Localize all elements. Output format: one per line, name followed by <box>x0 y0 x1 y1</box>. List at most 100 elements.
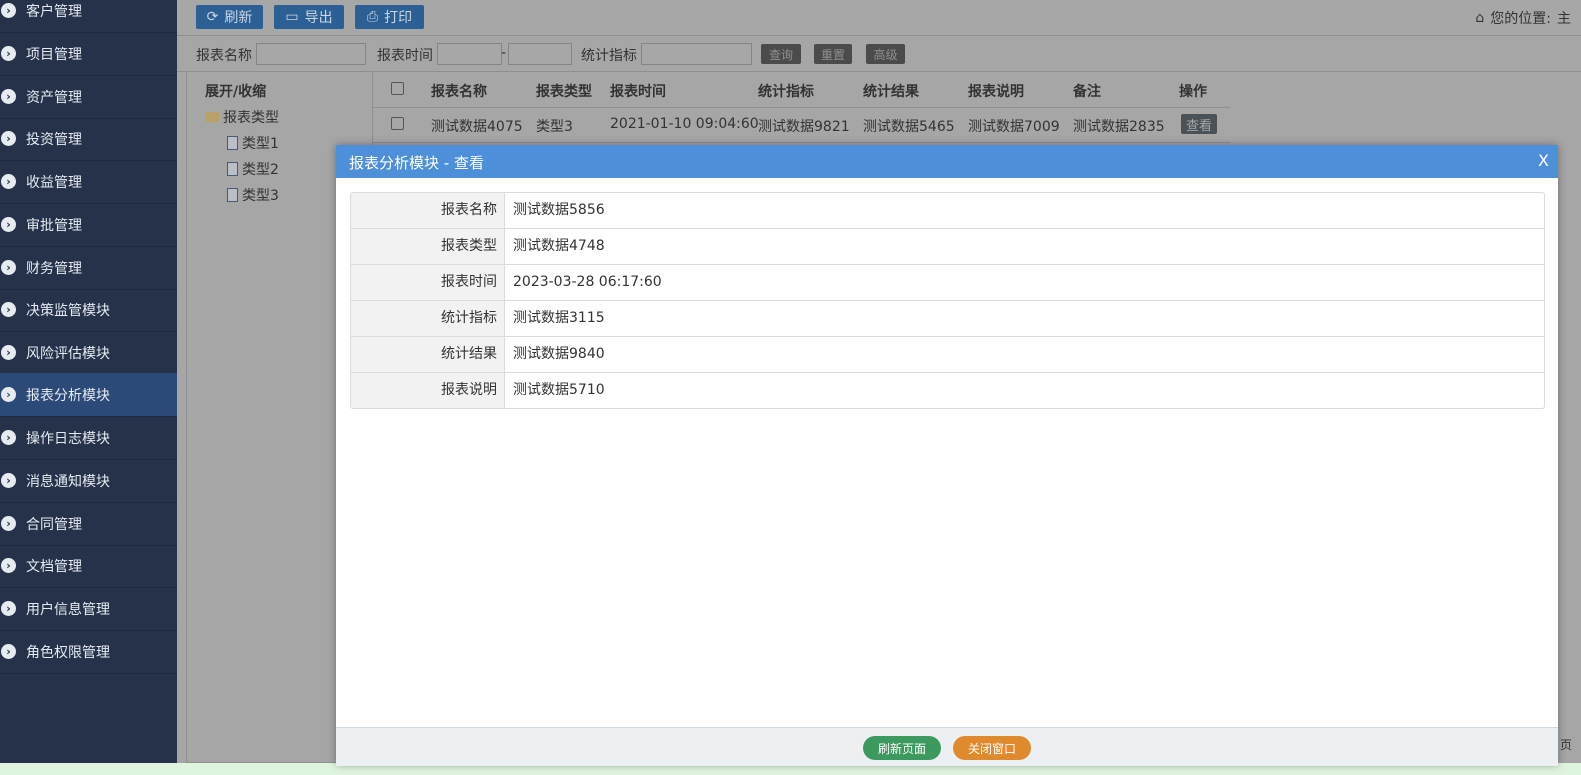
file-icon <box>227 136 238 150</box>
chevron-right-icon: › <box>1 131 16 146</box>
tree-toggle[interactable]: 展开/收缩 <box>205 81 266 101</box>
chevron-right-icon: › <box>1 601 16 616</box>
sidebar-item-decision[interactable]: › 决策监管模块 <box>0 288 177 332</box>
tree-node-type2[interactable]: 类型2 <box>227 159 279 179</box>
detail-value: 测试数据5856 <box>513 202 605 218</box>
dialog-footer: 刷新页面 关闭窗口 <box>336 727 1558 766</box>
sidebar-item-label: 消息通知模块 <box>26 473 110 490</box>
report-name-input[interactable] <box>256 43 366 65</box>
advanced-button[interactable]: 高级 <box>866 44 905 64</box>
filter-bar: 报表名称 报表时间 - 统计指标 查询 重置 高级 <box>177 36 1581 72</box>
column-header[interactable]: 报表类型 <box>536 81 592 101</box>
query-button[interactable]: 查询 <box>761 44 801 64</box>
cell-description: 测试数据7009 <box>968 119 1060 135</box>
sidebar: › 客户管理 › 项目管理 › 资产管理 › 投资管理 › 收益管理 › 审批管理 › 财务管… <box>0 0 177 775</box>
column-header[interactable]: 报表时间 <box>610 81 666 101</box>
detail-value: 2023-03-28 06:17:60 <box>513 274 662 290</box>
chevron-right-icon: › <box>1 174 16 189</box>
sidebar-item-message[interactable]: › 消息通知模块 <box>0 459 177 503</box>
export-button[interactable]: ▭ 导出 <box>274 5 344 29</box>
sidebar-item-user[interactable]: › 用户信息管理 <box>0 587 177 631</box>
table-header: 报表名称 报表类型 报表时间 统计指标 统计结果 报表说明 备注 操作 <box>372 72 1230 108</box>
report-time-end-input[interactable] <box>508 43 572 65</box>
tree-node-type3[interactable]: 类型3 <box>227 185 279 205</box>
detail-label: 统计结果 <box>351 337 505 372</box>
view-dialog: 报表分析模块 - 查看 X 报表名称 测试数据5856 报表类型 测试数据4748 … <box>336 145 1558 766</box>
sidebar-item-contract[interactable]: › 合同管理 <box>0 502 177 546</box>
sidebar-item-label: 项目管理 <box>26 46 82 63</box>
chevron-right-icon: › <box>1 217 16 232</box>
sidebar-item-label: 用户信息管理 <box>26 601 110 618</box>
close-icon[interactable]: X <box>1538 151 1549 170</box>
column-header[interactable]: 报表名称 <box>431 81 487 101</box>
sidebar-item-asset[interactable]: › 资产管理 <box>0 75 177 119</box>
range-separator: - <box>501 45 507 61</box>
home-icon: ⌂ <box>1475 10 1485 26</box>
chevron-right-icon: › <box>1 46 16 61</box>
tree-node-label: 报表类型 <box>223 110 279 126</box>
sidebar-item-label: 合同管理 <box>26 516 82 533</box>
table-row[interactable]: 测试数据4075 类型3 2021-01-10 09:04:60 测试数据982… <box>372 107 1230 143</box>
sidebar-item-report[interactable]: › 报表分析模块 <box>0 373 177 417</box>
detail-label: 报表类型 <box>351 229 505 264</box>
location-value: 主 <box>1557 11 1571 27</box>
sidebar-item-finance[interactable]: › 财务管理 <box>0 246 177 290</box>
sidebar-item-label: 资产管理 <box>26 89 82 106</box>
print-button[interactable]: ⎙ 打印 <box>355 5 424 29</box>
chevron-right-icon: › <box>1 3 16 18</box>
detail-row: 统计指标 测试数据3115 <box>351 301 1544 337</box>
sidebar-item-income[interactable]: › 收益管理 <box>0 160 177 204</box>
report-time-start-input[interactable] <box>437 43 502 65</box>
sidebar-item-risk[interactable]: › 风险评估模块 <box>0 331 177 375</box>
column-header[interactable]: 备注 <box>1073 81 1101 101</box>
detail-label: 报表时间 <box>351 265 505 300</box>
folder-open-icon: ▭ <box>285 9 299 25</box>
column-header[interactable]: 统计指标 <box>758 81 814 101</box>
dialog-title: 报表分析模块 - 查看 <box>349 154 484 172</box>
detail-label: 统计指标 <box>351 301 505 336</box>
sidebar-item-log[interactable]: › 操作日志模块 <box>0 416 177 460</box>
print-icon: ⎙ <box>366 9 379 25</box>
tree-node-type1[interactable]: 类型1 <box>227 133 279 153</box>
close-window-button[interactable]: 关闭窗口 <box>953 736 1031 760</box>
chevron-right-icon: › <box>1 387 16 402</box>
sidebar-item-label: 收益管理 <box>26 174 82 191</box>
sidebar-item-project[interactable]: › 项目管理 <box>0 32 177 76</box>
tree-node-root[interactable]: 报表类型 <box>205 107 279 127</box>
refresh-page-button[interactable]: 刷新页面 <box>863 736 941 760</box>
reset-button[interactable]: 重置 <box>814 44 852 64</box>
sidebar-item-label: 文档管理 <box>26 558 82 575</box>
sidebar-item-label: 报表分析模块 <box>26 387 110 404</box>
sidebar-item-investment[interactable]: › 投资管理 <box>0 117 177 161</box>
row-checkbox[interactable] <box>391 117 404 130</box>
chevron-right-icon: › <box>1 302 16 317</box>
select-all-checkbox[interactable] <box>391 82 404 95</box>
refresh-button[interactable]: ⟳ 刷新 <box>196 5 263 29</box>
cell-report-type: 类型3 <box>536 119 573 135</box>
sidebar-item-label: 客户管理 <box>26 3 82 20</box>
metric-label: 统计指标 <box>581 48 637 64</box>
detail-label: 报表名称 <box>351 193 505 228</box>
detail-value: 测试数据5710 <box>513 382 605 398</box>
report-time-label: 报表时间 <box>377 48 433 64</box>
dialog-header: 报表分析模块 - 查看 X <box>336 145 1558 178</box>
sidebar-item-approval[interactable]: › 审批管理 <box>0 203 177 247</box>
sidebar-item-label: 决策监管模块 <box>26 302 110 319</box>
detail-label: 报表说明 <box>351 373 505 408</box>
column-header[interactable]: 报表说明 <box>968 81 1024 101</box>
chevron-right-icon: › <box>1 644 16 659</box>
metric-input[interactable] <box>641 43 752 65</box>
folder-icon <box>205 112 219 122</box>
cell-note: 测试数据2835 <box>1073 119 1165 135</box>
column-header[interactable]: 统计结果 <box>863 81 919 101</box>
toolbar: ⟳ 刷新 ▭ 导出 ⎙ 打印 ⌂ 您的位置: 主 <box>177 0 1581 36</box>
sidebar-item-document[interactable]: › 文档管理 <box>0 544 177 588</box>
cell-result: 测试数据5465 <box>863 119 955 135</box>
sidebar-item-customer[interactable]: › 客户管理 <box>0 0 177 33</box>
sidebar-item-role[interactable]: › 角色权限管理 <box>0 630 177 674</box>
chevron-right-icon: › <box>1 89 16 104</box>
detail-value: 测试数据9840 <box>513 346 605 362</box>
sidebar-item-label: 投资管理 <box>26 131 82 148</box>
detail-table: 报表名称 测试数据5856 报表类型 测试数据4748 报表时间 2023-03-28… <box>350 192 1545 409</box>
view-button[interactable]: 查看 <box>1181 114 1217 134</box>
